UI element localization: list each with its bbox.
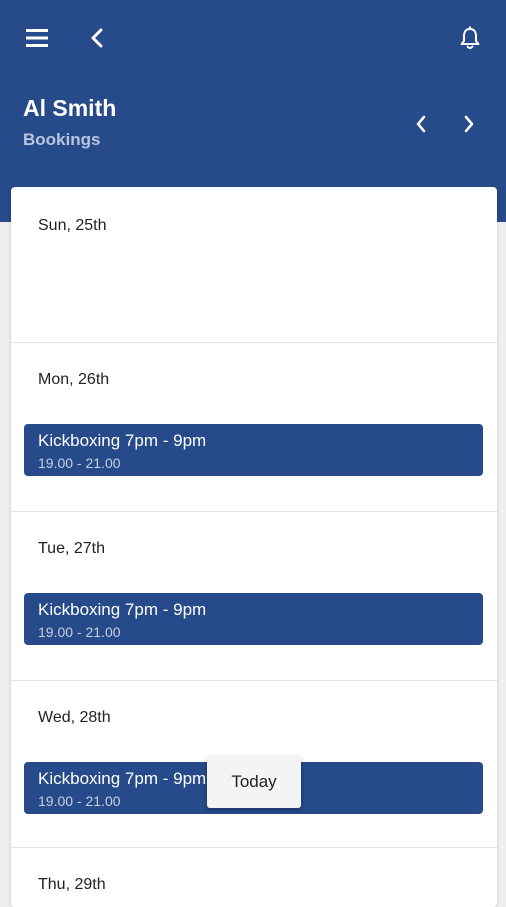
day-section: Sun, 25th [11,187,497,343]
day-label: Wed, 28th [38,709,111,726]
day-section: Mon, 26th Kickboxing 7pm - 9pm 19.00 - 2… [11,343,497,512]
day-section: Thu, 29th [11,848,497,907]
notifications-button[interactable] [450,18,490,58]
event-time: 19.00 - 21.00 [38,455,121,471]
booking-event[interactable]: Kickboxing 7pm - 9pm 19.00 - 21.00 [24,593,483,645]
today-button[interactable]: Today [207,756,301,808]
day-label: Thu, 29th [38,876,106,893]
page-title: Al Smith [23,95,117,121]
event-title: Kickboxing 7pm - 9pm [38,769,207,788]
event-time: 19.00 - 21.00 [38,624,121,640]
booking-event[interactable]: Kickboxing 7pm - 9pm 19.00 - 21.00 [24,424,483,476]
bell-icon [460,26,480,49]
next-week-button[interactable] [449,104,489,144]
event-title: Kickboxing 7pm - 9pm [38,431,207,450]
event-time: 19.00 - 21.00 [38,793,121,809]
menu-icon [26,29,48,47]
chevron-left-icon [416,115,426,133]
event-title: Kickboxing 7pm - 9pm [38,600,207,619]
day-section: Tue, 27th Kickboxing 7pm - 9pm 19.00 - 2… [11,512,497,681]
back-button[interactable] [77,18,117,58]
previous-week-button[interactable] [401,104,441,144]
day-label: Tue, 27th [38,540,106,557]
day-label: Sun, 25th [38,217,107,234]
chevron-left-icon [91,28,103,48]
page-subtitle: Bookings [23,130,101,149]
chevron-right-icon [464,115,474,133]
menu-button[interactable] [17,18,57,58]
day-label: Mon, 26th [38,371,110,388]
